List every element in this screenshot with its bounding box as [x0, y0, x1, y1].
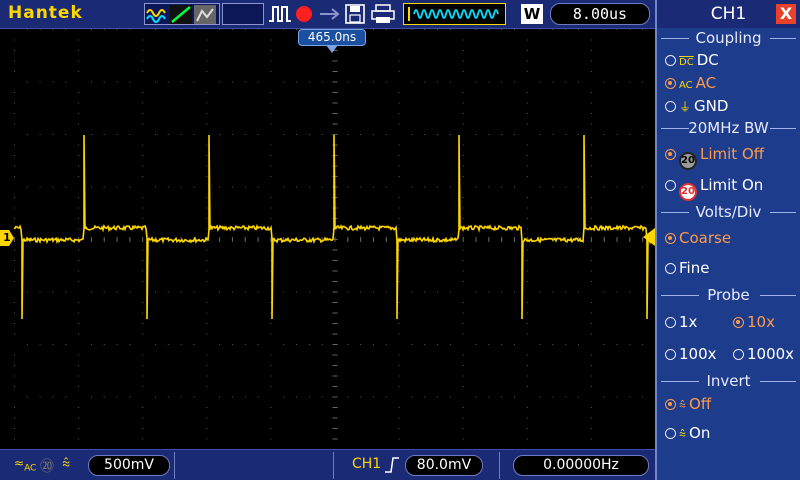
trigger-position-marker-icon[interactable] [326, 45, 338, 53]
option-label: Limit On [700, 176, 764, 194]
option-label: Coarse [679, 229, 732, 247]
option-label: On [689, 424, 711, 442]
radio-icon [733, 317, 744, 328]
invert-off-icon: ⩯ [679, 398, 687, 412]
invert-icon: ⩯ [62, 456, 71, 472]
printer-icon[interactable] [370, 4, 396, 24]
option-label: 1x [679, 313, 698, 331]
radio-icon [665, 180, 676, 191]
bw-limit-icon: ⑳ [40, 459, 54, 475]
trigger-level-readout[interactable]: 80.0mV [405, 455, 483, 476]
radio-icon [665, 263, 676, 274]
waveform-memory-icon [408, 7, 499, 21]
probe-1x-option[interactable]: 1x [665, 311, 697, 333]
pulse-trigger-icon[interactable] [268, 4, 292, 24]
option-label: Off [689, 395, 712, 413]
coupling-ac-option[interactable]: AC AC [665, 72, 716, 94]
radio-icon [665, 428, 676, 439]
status-bar: ≈AC ⑳ ⩯ 500mV CH1 80.0mV 0.00000Hz [0, 449, 655, 480]
coupling-dc-option[interactable]: DC DC [665, 49, 719, 71]
dc-icon: DC [679, 57, 694, 68]
ac-coupling-icon: ≈AC [14, 456, 37, 474]
radio-icon [665, 149, 676, 160]
blank-status-box [222, 3, 264, 25]
volts-fine-option[interactable]: Fine [665, 257, 709, 279]
radio-icon [665, 233, 676, 244]
radio-icon [665, 399, 676, 410]
trigger-source-label: CH1 [352, 456, 382, 472]
radio-icon [665, 317, 676, 328]
radio-icon [665, 78, 676, 89]
radio-icon [665, 349, 676, 360]
bw-limit-on-option[interactable]: 20 Limit On [665, 174, 764, 201]
radio-icon [665, 55, 676, 66]
divider [333, 452, 334, 479]
ch1-scale-readout[interactable]: 500mV [88, 455, 170, 476]
brand-logo: Hantek [8, 3, 83, 23]
close-button[interactable]: X [776, 4, 796, 24]
frequency-readout: 0.00000Hz [513, 455, 649, 476]
option-label: AC [695, 74, 717, 92]
ac-icon: AC [679, 80, 693, 91]
option-label: Limit Off [700, 145, 765, 163]
invert-on-option[interactable]: ⩯ On [665, 422, 710, 444]
option-label: Fine [679, 259, 710, 277]
bw-limit-icon: 20 [679, 183, 697, 201]
bw-20mhz-icon: 20 [679, 152, 697, 170]
rising-edge-icon [385, 457, 399, 473]
ch1-settings-panel: CH1 X Coupling DC DC AC AC ⏚ GND 20MHz BW 2… [655, 0, 800, 480]
run-stop-indicator-icon[interactable] [296, 6, 312, 22]
volts-coarse-option[interactable]: Coarse [665, 227, 731, 249]
coupling-title: Coupling [695, 29, 762, 47]
invert-off-option[interactable]: ⩯ Off [665, 393, 711, 415]
ch1-level-marker[interactable]: 1 [0, 230, 14, 246]
save-icon[interactable] [344, 4, 366, 24]
radio-icon [733, 349, 744, 360]
probe-10x-option[interactable]: 10x [733, 311, 775, 333]
bandwidth-title: 20MHz BW [688, 119, 769, 137]
probe-title: Probe [707, 286, 750, 304]
divider [174, 452, 175, 479]
probe-100x-option[interactable]: 100x [665, 343, 717, 365]
invert-title: Invert [706, 372, 751, 390]
option-label: GND [694, 97, 729, 115]
usb-icon [320, 8, 340, 20]
invert-on-icon: ⩯ [679, 427, 687, 441]
radio-icon [665, 101, 676, 112]
trigger-level-marker-icon[interactable] [643, 228, 655, 246]
option-label: 10x [747, 313, 775, 331]
waveform-screen [14, 29, 655, 449]
display-mode-box[interactable] [144, 3, 220, 25]
memory-depth-indicator [403, 3, 506, 25]
option-label: 1000x [747, 345, 795, 363]
window-mode-badge[interactable]: W [521, 4, 543, 24]
coupling-gnd-option[interactable]: ⏚ GND [665, 95, 728, 117]
timebase-readout[interactable]: 8.00us [550, 3, 650, 25]
volts-div-title: Volts/Div [695, 203, 762, 221]
ch1-waveform-trace [14, 134, 655, 320]
ground-icon: ⏚ [679, 100, 692, 114]
option-label: 100x [679, 345, 717, 363]
trigger-position-readout: 465.0ns [298, 29, 366, 46]
divider [499, 452, 500, 479]
display-mode-icons [146, 5, 216, 24]
top-toolbar: Hantek W 8.00us [0, 0, 655, 29]
bw-limit-off-option[interactable]: 20 Limit Off [665, 143, 765, 170]
option-label: DC [696, 51, 719, 69]
probe-1000x-option[interactable]: 1000x [733, 343, 794, 365]
